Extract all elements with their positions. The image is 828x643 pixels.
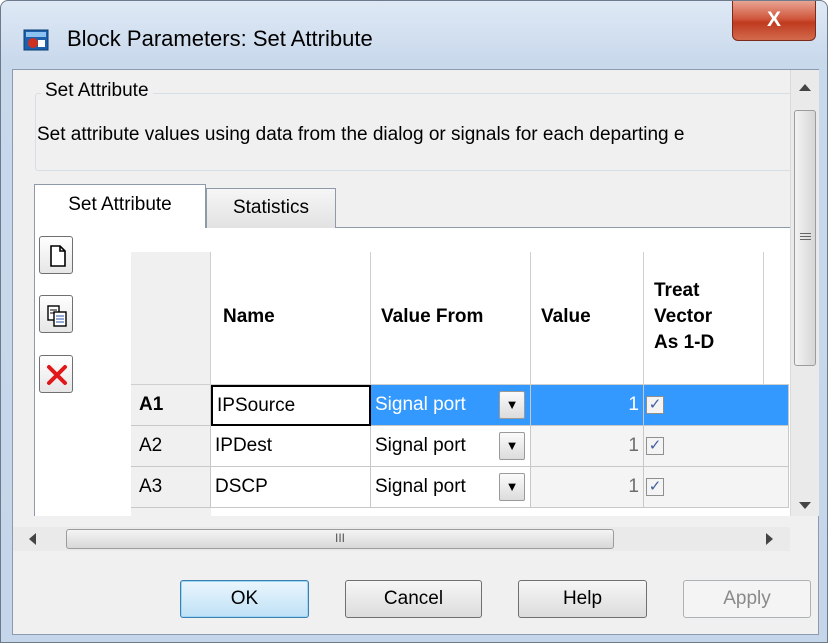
- tab-label: Set Attribute: [68, 194, 172, 215]
- select-value: Signal port: [375, 394, 466, 415]
- cancel-button[interactable]: Cancel: [345, 580, 482, 618]
- horizontal-scroll-thumb[interactable]: III: [66, 529, 614, 549]
- simulink-block-icon: [23, 29, 49, 51]
- chevron-down-icon[interactable]: ▼: [499, 391, 525, 419]
- chevron-down-icon[interactable]: ▼: [499, 473, 525, 501]
- column-header-label: Name: [223, 306, 275, 327]
- column-header-name[interactable]: Name: [211, 252, 371, 384]
- column-header-label: Value From: [381, 306, 484, 327]
- tab-label: Statistics: [232, 197, 310, 218]
- name-cell[interactable]: DSCP: [211, 467, 371, 508]
- value-cell[interactable]: 1: [531, 385, 644, 426]
- vertical-scrollbar[interactable]: [790, 70, 819, 516]
- treat-vector-checkbox[interactable]: ✓: [646, 478, 664, 496]
- delete-row-button[interactable]: [39, 355, 73, 393]
- dialog-window: Block Parameters: Set Attribute X Set At…: [0, 0, 828, 643]
- select-value: Signal port: [375, 476, 466, 497]
- help-button[interactable]: Help: [518, 580, 647, 618]
- row-header[interactable]: A2: [131, 426, 211, 467]
- row-header[interactable]: A1: [131, 385, 211, 426]
- value-cell[interactable]: 1: [531, 426, 644, 467]
- treat-vector-checkbox[interactable]: ✓: [646, 396, 664, 414]
- apply-button[interactable]: Apply: [683, 580, 811, 618]
- scroll-content: Set Attribute Set attribute values using…: [13, 70, 790, 516]
- dialog-client-area: Set Attribute Set attribute values using…: [12, 69, 819, 635]
- column-header-value[interactable]: Value: [531, 252, 644, 384]
- horizontal-scrollbar[interactable]: III: [13, 527, 790, 551]
- block-description: Set attribute values using data from the…: [37, 124, 685, 145]
- scroll-right-icon[interactable]: [766, 533, 773, 545]
- treat-vector-cell: ✓: [644, 385, 789, 426]
- scroll-up-icon[interactable]: [799, 84, 811, 91]
- grip-icon: III: [334, 531, 345, 545]
- copy-row-button[interactable]: [39, 295, 73, 333]
- column-header-treat-vector[interactable]: Treat Vector As 1-D: [644, 252, 764, 384]
- treat-vector-cell: ✓: [644, 467, 789, 508]
- window-title: Block Parameters: Set Attribute: [67, 26, 373, 51]
- add-row-button[interactable]: [39, 236, 73, 274]
- groupbox-legend: Set Attribute: [41, 80, 153, 102]
- value-from-select[interactable]: Signal port ▼: [371, 467, 531, 508]
- close-button[interactable]: X: [732, 1, 816, 41]
- name-cell-editing[interactable]: IPSource: [211, 385, 371, 426]
- vertical-scroll-thumb[interactable]: [794, 110, 816, 366]
- value-from-select[interactable]: Signal port ▼: [371, 426, 531, 467]
- tab-set-attribute[interactable]: Set Attribute: [34, 184, 206, 228]
- scroll-down-icon[interactable]: [799, 502, 811, 509]
- scroll-left-icon[interactable]: [29, 533, 36, 545]
- tab-statistics[interactable]: Statistics: [206, 188, 336, 228]
- copy-row-icon: [47, 305, 67, 327]
- column-header-label: Value: [541, 306, 591, 327]
- delete-row-icon: [47, 365, 67, 385]
- new-row-icon: [50, 245, 66, 267]
- row-header[interactable]: A3: [131, 467, 211, 508]
- column-header-label: Treat Vector As 1-D: [654, 280, 715, 353]
- grip-icon: [800, 233, 811, 234]
- title-bar[interactable]: Block Parameters: Set Attribute X: [1, 1, 828, 69]
- select-value: Signal port: [375, 435, 466, 456]
- chevron-down-icon[interactable]: ▼: [499, 432, 525, 460]
- treat-vector-checkbox[interactable]: ✓: [646, 437, 664, 455]
- table-corner: [131, 252, 211, 384]
- value-from-select[interactable]: Signal port ▼: [371, 385, 531, 426]
- attribute-table: Name Value From Value Treat Vector As 1-…: [131, 252, 789, 516]
- treat-vector-cell: ✓: [644, 426, 789, 467]
- column-header-filler: [764, 252, 789, 384]
- row-header-filler: [131, 508, 211, 516]
- close-icon: X: [766, 8, 781, 31]
- value-cell[interactable]: 1: [531, 467, 644, 508]
- column-header-value-from[interactable]: Value From: [371, 252, 531, 384]
- ok-button[interactable]: OK: [180, 580, 309, 618]
- name-cell[interactable]: IPDest: [211, 426, 371, 467]
